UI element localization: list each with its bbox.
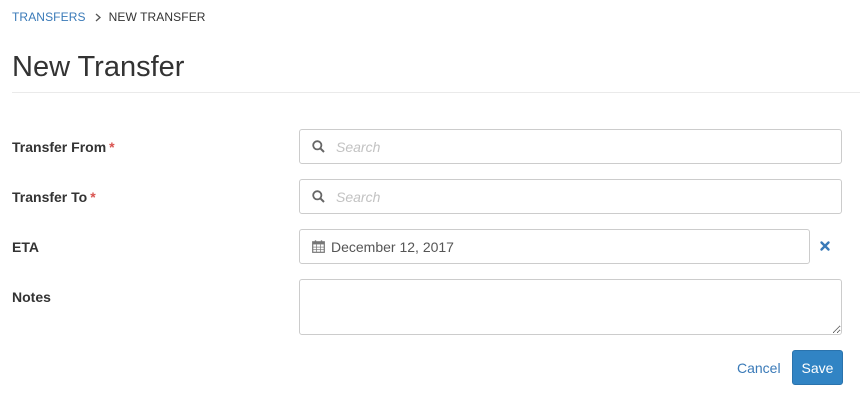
transfer-to-label-text: Transfer To bbox=[12, 189, 88, 205]
transfer-to-label: Transfer To * bbox=[12, 189, 96, 205]
save-button[interactable]: Save bbox=[792, 350, 843, 385]
breadcrumb-current: NEW TRANSFER bbox=[108, 10, 206, 24]
required-marker: * bbox=[109, 139, 115, 155]
notes-label-text: Notes bbox=[12, 289, 51, 305]
transfer-to-field[interactable] bbox=[299, 179, 842, 214]
calendar-icon bbox=[312, 240, 325, 253]
eta-date-value: December 12, 2017 bbox=[331, 238, 454, 255]
search-icon bbox=[312, 190, 325, 203]
transfer-from-label-text: Transfer From bbox=[12, 139, 107, 155]
notes-label: Notes bbox=[12, 289, 51, 305]
eta-date-field[interactable]: December 12, 2017 bbox=[299, 229, 810, 264]
chevron-right-icon bbox=[95, 13, 101, 22]
cancel-link[interactable]: Cancel bbox=[737, 360, 781, 376]
breadcrumb-transfers-link[interactable]: TRANSFERS bbox=[12, 10, 86, 24]
breadcrumb: TRANSFERS NEW TRANSFER bbox=[12, 10, 206, 24]
transfer-from-field[interactable] bbox=[299, 129, 842, 164]
notes-textarea[interactable] bbox=[299, 279, 842, 335]
eta-label-text: ETA bbox=[12, 239, 39, 255]
required-marker: * bbox=[90, 189, 96, 205]
eta-label: ETA bbox=[12, 239, 39, 255]
title-divider bbox=[12, 92, 860, 93]
transfer-to-search-input[interactable] bbox=[334, 185, 814, 208]
search-icon bbox=[312, 140, 325, 153]
transfer-from-search-input[interactable] bbox=[334, 135, 814, 158]
close-icon bbox=[820, 241, 830, 251]
new-transfer-page: TRANSFERS NEW TRANSFER New Transfer Tran… bbox=[0, 0, 860, 407]
transfer-from-label: Transfer From * bbox=[12, 139, 115, 155]
clear-date-button[interactable] bbox=[819, 240, 831, 252]
page-title: New Transfer bbox=[12, 51, 185, 83]
